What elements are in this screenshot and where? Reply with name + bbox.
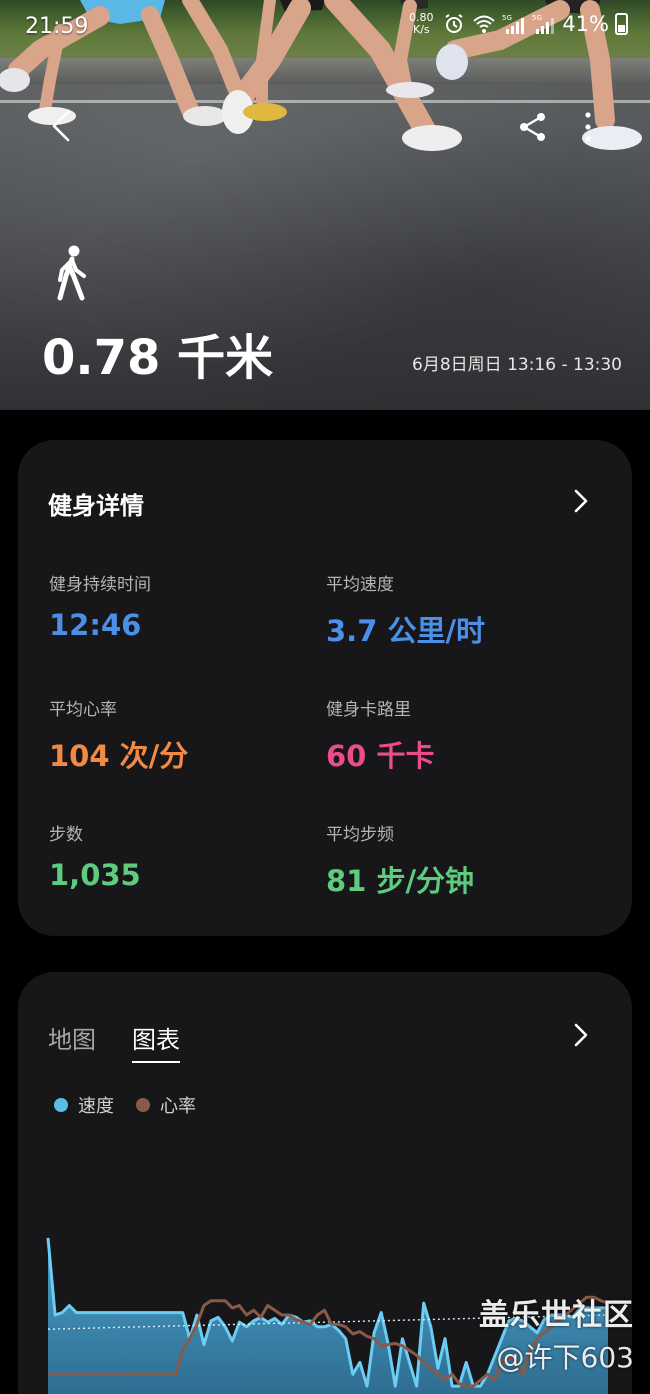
details-title: 健身详情 bbox=[48, 492, 144, 520]
metric-label: 健身持续时间 bbox=[49, 575, 151, 595]
metric-steps: 步数 1,035 bbox=[49, 820, 141, 892]
workout-details-card: 健身详情 健身持续时间 12:46 平均速度 3.7 公里/时 平均心率 104… bbox=[18, 440, 632, 936]
metric-value: 12:46 bbox=[49, 608, 142, 642]
metric-avg-heart-rate: 平均心率 104 次/分 bbox=[49, 695, 188, 775]
metric-value: 81 步/分钟 bbox=[326, 864, 475, 898]
alarm-icon bbox=[445, 14, 463, 33]
metric-duration: 健身持续时间 12:46 bbox=[49, 570, 151, 642]
battery-percent: 41% bbox=[562, 12, 609, 36]
watermark: 盖乐世社区 @许下603 bbox=[479, 1290, 634, 1376]
metric-value: 60 千卡 bbox=[326, 739, 435, 773]
svg-text:5G: 5G bbox=[502, 14, 512, 22]
hero-photo: 21:59 0.80 K/s 5G 5G 41% 0.78 千米 6月8日周日 … bbox=[0, 0, 650, 410]
metric-avg-speed: 平均速度 3.7 公里/时 bbox=[326, 570, 485, 650]
walking-icon bbox=[57, 245, 86, 301]
metric-label: 健身卡路里 bbox=[326, 700, 411, 720]
net-speed-unit: K/s bbox=[412, 23, 430, 36]
share-button[interactable] bbox=[516, 110, 550, 144]
back-arrow-icon bbox=[52, 110, 70, 142]
metric-label: 平均步频 bbox=[326, 825, 394, 845]
back-button[interactable] bbox=[44, 108, 80, 144]
network-speed: 0.80 K/s bbox=[406, 12, 436, 36]
status-icons: 0.80 K/s 5G 5G 41% bbox=[406, 12, 628, 36]
share-icon bbox=[520, 113, 545, 141]
metric-label: 步数 bbox=[49, 825, 83, 845]
metric-value: 3.7 公里/时 bbox=[326, 614, 486, 648]
status-time: 21:59 bbox=[25, 14, 89, 39]
metric-avg-cadence: 平均步频 81 步/分钟 bbox=[326, 820, 474, 900]
workout-datetime: 6月8日周日 13:16 - 13:30 bbox=[412, 355, 622, 375]
metric-label: 平均心率 bbox=[49, 700, 117, 720]
metric-calories: 健身卡路里 60 千卡 bbox=[326, 695, 434, 775]
distance-value: 0.78 千米 bbox=[42, 330, 274, 386]
metric-value: 104 次/分 bbox=[49, 739, 189, 773]
details-chevron-right-icon[interactable] bbox=[570, 488, 592, 514]
battery-icon bbox=[615, 13, 628, 35]
signal-5g-icon: 5G bbox=[532, 14, 555, 34]
watermark-author: @许下603 bbox=[496, 1341, 634, 1374]
metric-value: 1,035 bbox=[49, 858, 141, 892]
svg-text:5G: 5G bbox=[532, 14, 542, 22]
status-bar: 21:59 0.80 K/s 5G 5G 41% bbox=[0, 0, 650, 56]
more-options-button[interactable] bbox=[578, 110, 598, 144]
watermark-title: 盖乐世社区 bbox=[479, 1298, 634, 1333]
signal-5g-icon: 5G bbox=[502, 14, 525, 34]
wifi-icon bbox=[473, 15, 495, 33]
metric-label: 平均速度 bbox=[326, 575, 394, 595]
more-vertical-icon bbox=[585, 112, 591, 142]
